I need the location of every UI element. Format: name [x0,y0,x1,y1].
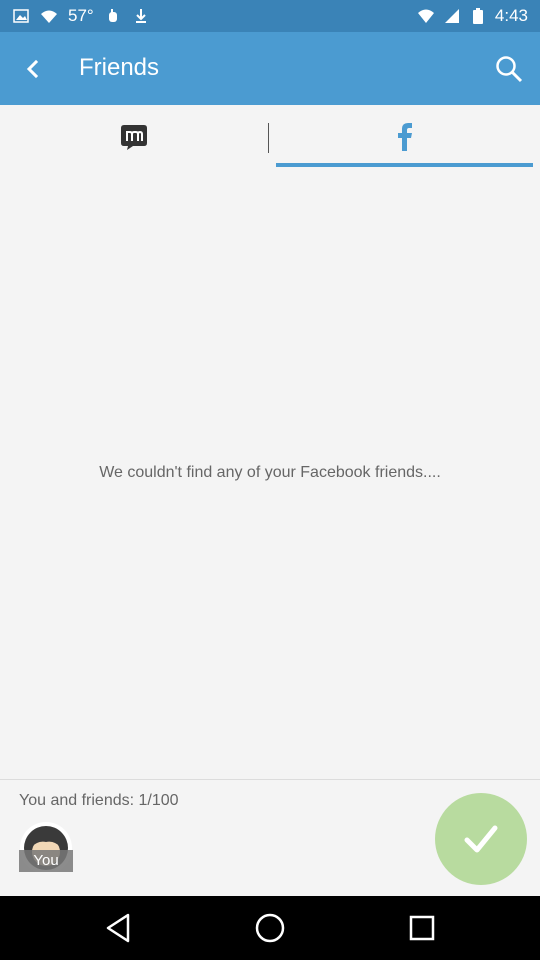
avatar[interactable]: You [19,822,73,872]
tab-selected-indicator [276,163,533,167]
download-icon [132,7,150,25]
search-icon [496,56,523,83]
temperature-text: 57° [68,6,94,25]
empty-state-message: We couldn't find any of your Facebook fr… [99,464,441,481]
page-title: Friends [79,54,160,81]
arrow-left-icon [26,59,39,79]
back-button[interactable] [8,44,58,94]
signal-icon [443,7,461,25]
app-bar: Friends [0,32,540,105]
search-button[interactable] [484,44,534,94]
facebook-icon [397,123,412,151]
hand-icon [104,7,122,25]
friends-count-label: You and friends: 1/100 [19,792,179,809]
nav-back-button[interactable] [98,908,138,948]
circle-home-icon [255,913,285,943]
square-recents-icon [409,915,435,941]
avatar-label: You [19,850,73,872]
wifi-icon [417,7,435,25]
confirm-button[interactable] [435,793,527,885]
tab-facebook[interactable] [276,105,533,169]
checkmark-icon [464,825,498,853]
tab-divider [268,123,269,153]
selected-friends-panel: You and friends: 1/100 You [0,779,540,896]
nav-recents-button[interactable] [402,908,442,948]
battery-icon [469,7,487,25]
clock-text: 4:43 [494,6,528,25]
image-icon [12,7,30,25]
tab-messenger[interactable] [0,105,268,169]
status-bar: 57° 4:43 [0,0,540,32]
source-tabs [0,105,540,169]
system-nav-bar [0,896,540,960]
wifi-lock-icon [40,7,58,25]
triangle-back-icon [106,913,130,943]
messenger-m-icon [121,125,147,150]
nav-home-button[interactable] [250,908,290,948]
